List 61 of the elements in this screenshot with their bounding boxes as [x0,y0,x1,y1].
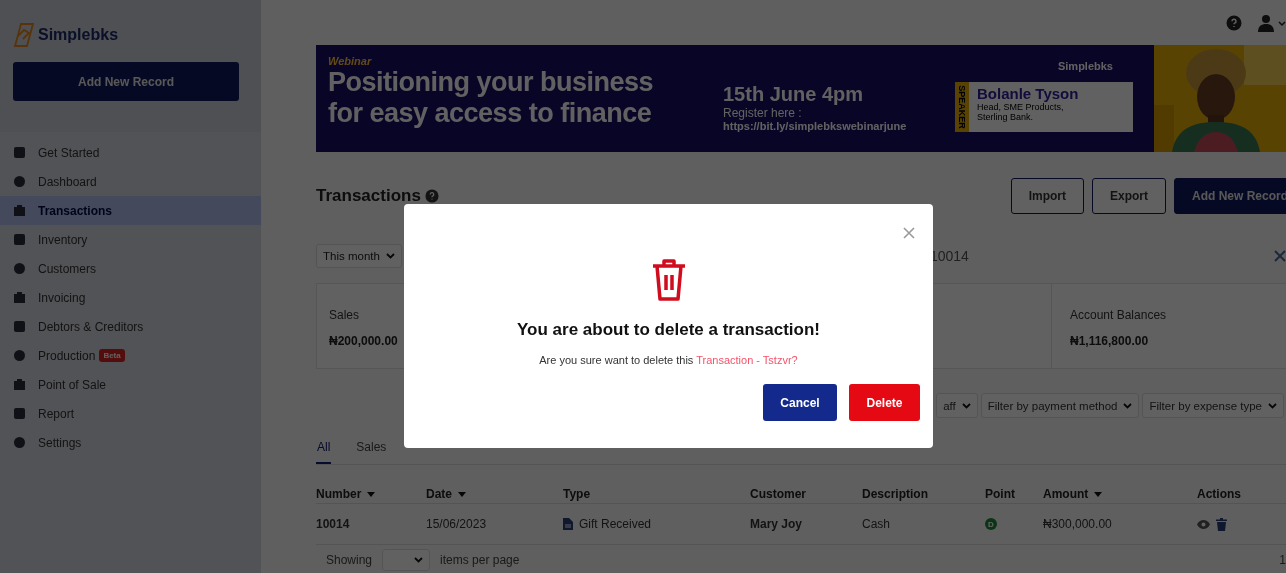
filter-select[interactable]: Filter by payment method [980,393,1140,418]
cancel-button[interactable]: Cancel [763,384,837,421]
column-header[interactable]: Amount [1043,487,1103,501]
sidebar-item[interactable]: Transactions [0,196,261,225]
webinar-tag: Webinar [328,55,723,67]
sidebar-item[interactable]: Settings [0,428,261,457]
column-header[interactable]: Type [563,487,591,501]
period-select[interactable]: This month [316,244,402,268]
speaker-name: Bolanle Tyson [977,85,1079,102]
outline-button[interactable]: Export [1091,178,1166,214]
register-label: Register here : [723,106,803,120]
sidebar-item[interactable]: Inventory [0,225,261,254]
table-cell: 10014 [316,517,350,531]
column-header[interactable]: Number [316,487,376,501]
banner-brand: Simplebks [1057,60,1113,72]
table-cell: 15/06/2023 [426,517,487,531]
sidebar-item[interactable]: Report [0,399,261,428]
dialog-title: You are about to delete a transaction! [517,320,820,340]
banner-headline: Positioning your business [328,67,655,98]
speaker-role: Head, SME Products, [977,102,1064,112]
add-record-button[interactable]: Add New Record [13,62,239,101]
table-cell: Mary Joy [750,517,803,531]
card-label: Sales [329,308,361,322]
sidebar-item[interactable]: Dashboard [0,167,261,196]
page-number[interactable]: 1 [1279,553,1286,567]
banner-headline: for easy access to finance [328,98,653,129]
beta-badge: Beta [99,349,125,362]
column-header[interactable]: Date [426,487,466,501]
speaker-label: SPEAKER [957,85,967,129]
delete-button[interactable]: Delete [849,384,920,421]
showing-label: Showing [326,553,373,567]
sidebar-item[interactable]: Customers [0,254,261,283]
sidebar-item[interactable]: Point of Sale [0,370,261,399]
tab[interactable]: All [316,432,332,464]
sidebar-item[interactable]: Get Started [0,138,261,167]
column-header[interactable]: Actions [1197,487,1241,501]
card-value: ₦200,000.00 [329,334,399,348]
column-header[interactable]: Description [862,487,928,501]
search-value[interactable]: 10014 [929,248,969,264]
column-header[interactable]: Point [985,487,1015,501]
filter-select[interactable]: aff [936,393,978,418]
sidebar-item[interactable]: Production Beta [0,341,261,370]
card-value: ₦1,116,800.00 [1070,334,1150,348]
tab[interactable]: Sales [355,432,388,464]
logo-text: Simplebks [38,26,119,44]
speaker-role: Sterling Bank. [977,112,1035,122]
table-cell: Gift Received [579,517,652,531]
page-title: Transactions [316,186,421,206]
filter-select[interactable]: Filter by expense type [1142,393,1284,418]
outline-button[interactable]: Import [1010,178,1084,214]
table-cell: ₦300,000.00 [1043,517,1112,531]
column-header[interactable]: Customer [750,487,806,501]
card-label: Account Balances [1070,308,1168,322]
confirm-message: Are you sure want to delete this Transaction - Tstzvr? [539,354,798,366]
register-link: https://bit.ly/simplebkswebinarjune [723,120,908,132]
table-cell: Cash [862,517,890,531]
sidebar-item[interactable]: Invoicing [0,283,261,312]
webinar-date: 15th June 4pm [723,83,865,106]
items-per-page-label: items per page [440,553,520,567]
point-badge: D [985,518,997,530]
sidebar-item[interactable]: Debtors & Creditors [0,312,261,341]
